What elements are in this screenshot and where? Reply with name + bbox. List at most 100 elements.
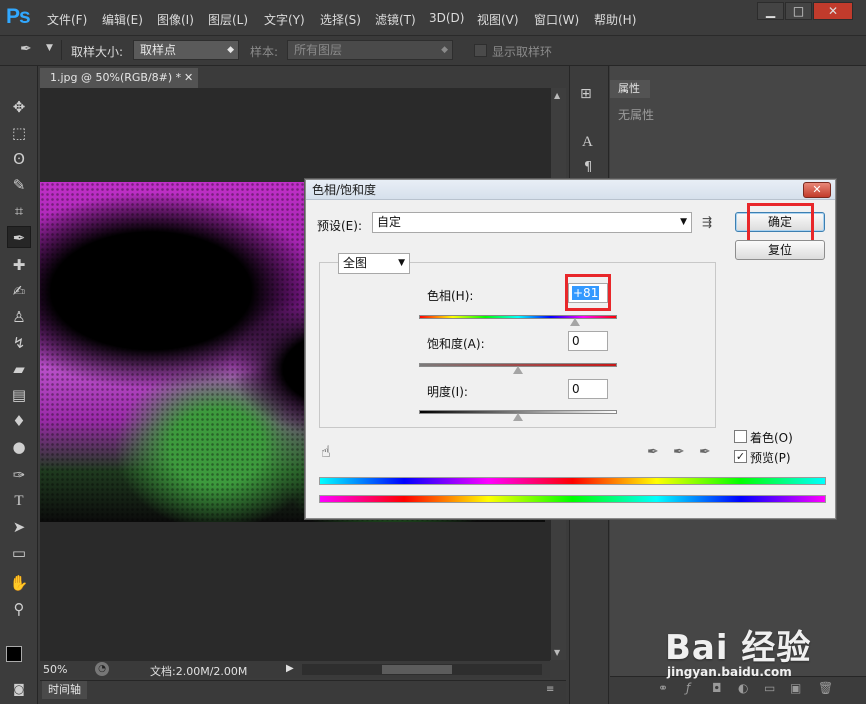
menu-filter[interactable]: 滤镜(T)	[375, 11, 416, 28]
close-tab-icon[interactable]: ✕	[184, 68, 193, 88]
horizontal-scrollbar[interactable]	[302, 664, 542, 675]
saturation-slider-thumb[interactable]	[513, 366, 523, 374]
new-group-icon[interactable]: ▭	[764, 681, 775, 695]
clone-stamp-tool-icon[interactable]: ♙	[7, 306, 31, 328]
lightness-slider-thumb[interactable]	[513, 413, 523, 421]
dialog-close-button[interactable]: ✕	[803, 182, 831, 198]
menu-window[interactable]: 窗口(W)	[534, 11, 579, 28]
healing-brush-tool-icon[interactable]: ✚	[7, 254, 31, 276]
preset-select[interactable]: 自定 ▼	[372, 212, 692, 233]
hue-slider-track[interactable]	[419, 315, 617, 319]
dialog-title: 色相/饱和度	[306, 180, 835, 200]
eraser-tool-icon[interactable]: ▰	[7, 358, 31, 380]
menu-bar: Ps 文件(F) 编辑(E) 图像(I) 图层(L) 文字(Y) 选择(S) 滤…	[0, 0, 866, 36]
chevron-updown-icon: ◆	[227, 45, 234, 55]
saturation-label: 饱和度(A):	[427, 337, 485, 351]
hand-tool-icon[interactable]: ✋	[7, 572, 31, 594]
targeted-adjustment-hand-icon[interactable]: ☝	[321, 442, 331, 461]
paragraph-panel-icon[interactable]: ¶	[584, 160, 592, 175]
delete-layer-icon[interactable]: 🗑	[818, 681, 833, 695]
sample-select[interactable]: 所有图层 ◆	[287, 40, 453, 60]
menu-file[interactable]: 文件(F)	[47, 11, 87, 28]
gradient-tool-icon[interactable]: ▤	[7, 384, 31, 406]
preview-checkbox[interactable]: ✓	[734, 450, 747, 463]
panel-menu-icon[interactable]: ≡	[546, 684, 554, 695]
dodge-tool-icon[interactable]: ●	[7, 436, 31, 458]
menu-image[interactable]: 图像(I)	[157, 11, 194, 28]
minimize-button[interactable]: ▁	[757, 2, 784, 20]
adjustment-layer-icon[interactable]: ◐	[738, 681, 748, 695]
zoom-level[interactable]: 50%	[43, 663, 67, 676]
foreground-color-swatch[interactable]	[6, 646, 22, 662]
add-mask-icon[interactable]: ◘	[712, 681, 722, 695]
sample-value: 所有图层	[294, 43, 343, 57]
marquee-tool-icon[interactable]: ⬚	[7, 122, 31, 144]
eyedropper-plus-icon[interactable]: ✒	[673, 444, 685, 460]
menu-help[interactable]: 帮助(H)	[594, 11, 636, 28]
status-menu-arrow-icon[interactable]: ▶	[286, 663, 294, 674]
history-brush-tool-icon[interactable]: ↯	[7, 332, 31, 354]
quick-select-tool-icon[interactable]: ✎	[7, 174, 31, 196]
menu-edit[interactable]: 编辑(E)	[102, 11, 143, 28]
fx-icon[interactable]: ƒ	[686, 681, 690, 695]
tool-preset-chevron-down-icon[interactable]: ▼	[46, 43, 53, 53]
lasso-tool-icon[interactable]: ʘ	[7, 148, 31, 170]
chevron-down-icon: ▼	[398, 258, 405, 268]
info-icon[interactable]: ◔	[95, 662, 109, 676]
pen-tool-icon[interactable]: ✑	[7, 464, 31, 486]
move-tool-icon[interactable]: ✥	[7, 96, 31, 118]
sample-size-value: 取样点	[140, 43, 177, 57]
channel-select[interactable]: 全图 ▼	[338, 253, 410, 274]
show-ring-label: 显示取样环	[492, 45, 553, 59]
timeline-panel: 时间轴 ≡	[40, 680, 566, 704]
character-panel-icon[interactable]: A	[582, 134, 593, 151]
properties-tab[interactable]: 属性	[610, 80, 650, 98]
timeline-tab[interactable]: 时间轴	[42, 681, 87, 699]
type-tool-icon[interactable]: T	[7, 490, 31, 512]
hue-source-bar	[319, 495, 826, 503]
document-size: 文档:2.00M/2.00M	[150, 665, 248, 678]
preset-options-icon[interactable]: ⇶	[702, 215, 712, 229]
crop-tool-icon[interactable]: ⌗	[7, 200, 31, 222]
chevron-down-icon: ▼	[680, 217, 687, 227]
highlight-box	[565, 274, 611, 311]
chevron-updown-icon: ◆	[441, 45, 448, 55]
colorize-label: 着色(O)	[750, 431, 793, 445]
scroll-down-icon[interactable]: ▼	[554, 648, 560, 657]
eyedropper-minus-icon[interactable]: ✒	[699, 444, 711, 460]
menu-select[interactable]: 选择(S)	[320, 11, 361, 28]
preset-label: 预设(E):	[317, 219, 362, 233]
colorize-checkbox[interactable]	[734, 430, 747, 443]
hue-slider-thumb[interactable]	[570, 318, 581, 326]
show-ring-checkbox[interactable]	[474, 44, 487, 57]
document-tab[interactable]: 1.jpg @ 50%(RGB/8#) * ✕	[40, 68, 198, 88]
sample-size-select[interactable]: 取样点 ◆	[133, 40, 239, 60]
link-layers-icon[interactable]: ⚭	[658, 681, 668, 695]
menu-type[interactable]: 文字(Y)	[264, 11, 305, 28]
history-panel-icon[interactable]: ⊞	[580, 86, 592, 102]
path-select-tool-icon[interactable]: ➤	[7, 516, 31, 538]
baidu-watermark: Bai 经验 jingyan.baidu.com	[665, 620, 811, 679]
quick-mask-icon[interactable]: ◙	[7, 678, 31, 700]
scroll-up-icon[interactable]: ▲	[554, 91, 560, 100]
menu-3d[interactable]: 3D(D)	[429, 11, 464, 25]
eyedropper-icon[interactable]: ✒	[647, 444, 659, 460]
adjustment-group	[319, 262, 716, 428]
blur-tool-icon[interactable]: ♦	[7, 410, 31, 432]
preset-value: 自定	[377, 215, 402, 229]
shape-tool-icon[interactable]: ▭	[7, 542, 31, 564]
zoom-tool-icon[interactable]: ⚲	[7, 598, 31, 620]
brush-tool-icon[interactable]: ✍	[7, 280, 31, 302]
menu-view[interactable]: 视图(V)	[477, 11, 519, 28]
maximize-button[interactable]: □	[785, 2, 812, 20]
reset-button[interactable]: 复位	[735, 240, 825, 260]
close-window-button[interactable]: ✕	[813, 2, 853, 20]
lightness-input[interactable]: 0	[568, 379, 608, 399]
hue-result-bar	[319, 477, 826, 485]
horizontal-scrollbar-thumb[interactable]	[382, 665, 452, 674]
saturation-input[interactable]: 0	[568, 331, 608, 351]
new-layer-icon[interactable]: ▣	[790, 681, 801, 695]
eyedropper-tool-icon[interactable]: ✒	[7, 226, 31, 248]
menu-layer[interactable]: 图层(L)	[208, 11, 248, 28]
eyedropper-tool-icon[interactable]: ✒	[20, 41, 32, 57]
